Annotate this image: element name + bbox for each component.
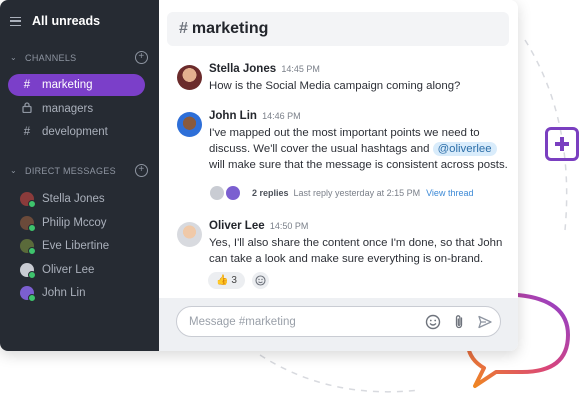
menu-icon: [10, 16, 21, 26]
online-status-icon: [28, 200, 36, 208]
timestamp: 14:46 PM: [262, 111, 301, 121]
reaction-thumbs-up[interactable]: 👍 3: [208, 272, 245, 289]
message-composer: [176, 306, 501, 337]
sidebar-item-managers[interactable]: managers: [8, 98, 145, 120]
online-status-icon: [28, 247, 36, 255]
dm-label: Eve Libertine: [42, 240, 110, 252]
channels-header-label: CHANNELS: [25, 52, 77, 63]
channel-title: marketing: [191, 20, 269, 37]
hash-icon: #: [23, 79, 31, 91]
send-icon[interactable]: [477, 314, 493, 330]
author-name[interactable]: Oliver Lee: [209, 220, 265, 232]
add-channel-icon[interactable]: +: [135, 51, 148, 64]
dm-item-eve-libertine[interactable]: Eve Libertine: [20, 239, 110, 255]
hash-icon: #: [179, 20, 188, 37]
dm-label: Oliver Lee: [42, 264, 95, 276]
avatar: [177, 112, 202, 137]
dm-header-label: DIRECT MESSAGES: [25, 165, 116, 176]
view-thread-link[interactable]: View thread: [426, 188, 473, 198]
add-square-icon: [545, 127, 579, 161]
avatar: [226, 186, 240, 200]
avatar: [20, 286, 36, 302]
add-dm-icon[interactable]: +: [135, 164, 148, 177]
message-text: Yes, I'll also share the content once I'…: [209, 237, 503, 265]
message-input[interactable]: [187, 312, 421, 332]
sidebar-item-marketing[interactable]: # marketing: [8, 74, 145, 96]
chat-window: All unreads ⌄ CHANNELS + # marketing man…: [0, 0, 518, 351]
lock-icon: [20, 102, 34, 116]
dm-label: Stella Jones: [42, 193, 105, 205]
timestamp: 14:50 PM: [269, 221, 309, 231]
chevron-down-icon: ⌄: [10, 166, 18, 175]
chevron-down-icon: ⌄: [10, 53, 18, 62]
dm-label: John Lin: [42, 287, 86, 299]
channel-label: development: [42, 126, 108, 138]
avatar: [20, 192, 36, 208]
author-name[interactable]: Stella Jones: [209, 63, 276, 75]
avatar: [177, 222, 202, 247]
dm-item-stella-jones[interactable]: Stella Jones: [20, 192, 105, 208]
online-status-icon: [28, 271, 36, 279]
mention-oliverlee[interactable]: @oliverlee: [432, 142, 497, 156]
online-status-icon: [28, 224, 36, 232]
avatar: [20, 239, 36, 255]
message-header: Oliver Lee 14:50 PM: [209, 220, 308, 232]
direct-messages-section-header[interactable]: ⌄ DIRECT MESSAGES +: [10, 164, 148, 177]
avatar: [20, 216, 36, 232]
reply-count: 2 replies: [252, 188, 289, 198]
thread-summary[interactable]: 2 replies Last reply yesterday at 2:15 P…: [210, 186, 473, 200]
channels-section-header[interactable]: ⌄ CHANNELS +: [10, 51, 148, 64]
thumbs-up-icon: 👍: [216, 275, 229, 286]
message-text: How is the Social Media campaign coming …: [209, 80, 461, 92]
all-unreads-item[interactable]: All unreads: [10, 14, 100, 28]
reaction-count: 3: [231, 275, 237, 286]
message-header: John Lin 14:46 PM: [209, 110, 301, 122]
message-text: I've mapped out the most important point…: [209, 125, 514, 173]
avatar: [20, 263, 36, 279]
channel-label: marketing: [42, 79, 93, 91]
dm-item-john-lin[interactable]: John Lin: [20, 286, 86, 302]
channel-label: managers: [42, 103, 94, 115]
avatar: [177, 65, 202, 90]
message-text-part: will make sure that the message is consi…: [209, 159, 508, 171]
emoji-icon[interactable]: [425, 314, 441, 330]
author-name[interactable]: John Lin: [209, 110, 257, 122]
dm-label: Philip Mccoy: [42, 217, 107, 229]
timestamp: 14:45 PM: [281, 64, 320, 74]
sidebar-item-development[interactable]: # development: [8, 121, 145, 143]
sidebar: All unreads ⌄ CHANNELS + # marketing man…: [0, 0, 159, 351]
avatar: [210, 186, 224, 200]
message-header: Stella Jones 14:45 PM: [209, 63, 320, 75]
dm-item-oliver-lee[interactable]: Oliver Lee: [20, 263, 95, 279]
add-reaction-button[interactable]: [252, 272, 269, 289]
channel-header: # marketing: [167, 12, 509, 46]
all-unreads-label: All unreads: [32, 14, 101, 28]
online-status-icon: [28, 294, 36, 302]
hash-icon: #: [23, 126, 31, 138]
smiley-plus-icon: [255, 275, 266, 286]
dm-item-philip-mccoy[interactable]: Philip Mccoy: [20, 216, 107, 232]
last-reply: Last reply yesterday at 2:15 PM: [293, 188, 421, 198]
attachment-icon[interactable]: [451, 314, 467, 330]
